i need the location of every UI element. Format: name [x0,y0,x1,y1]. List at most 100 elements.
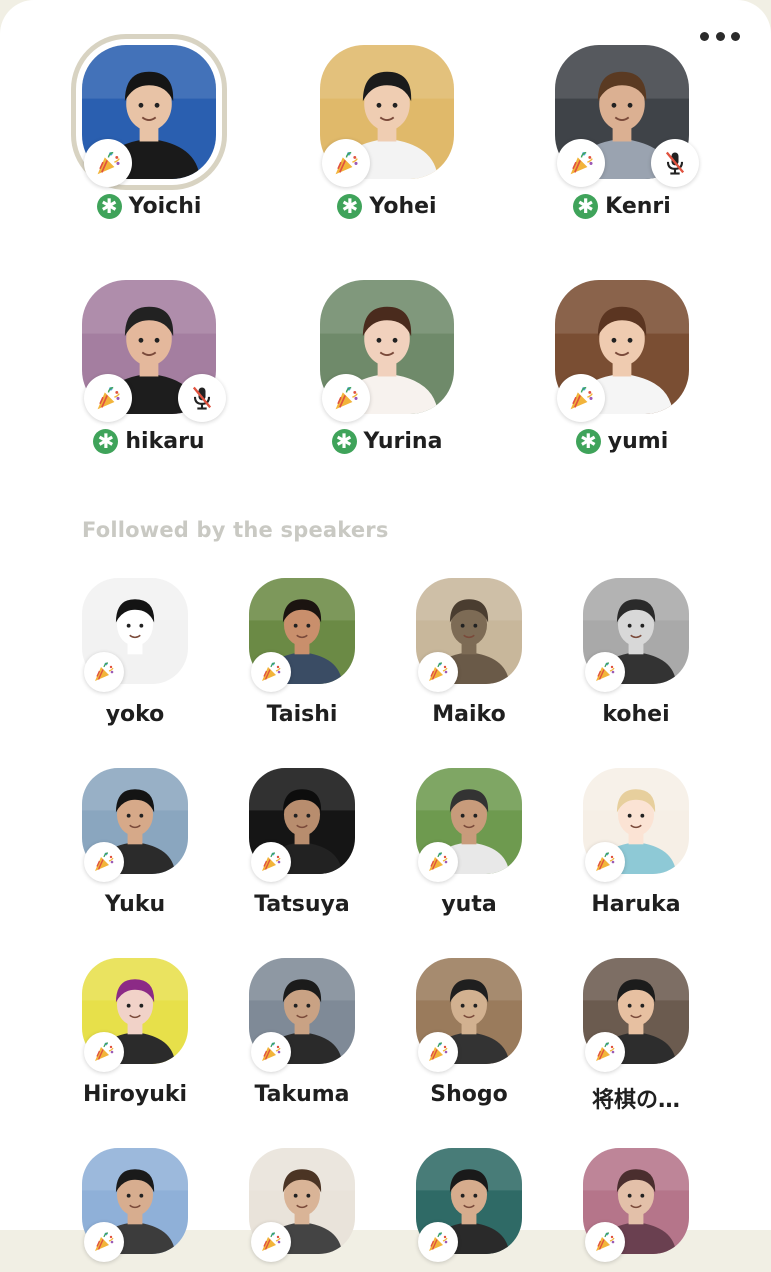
avatar[interactable] [249,768,355,882]
audience-tile[interactable]: Tatsuya [232,768,372,917]
avatar[interactable] [249,1148,355,1262]
party-popper-icon [97,151,120,174]
party-popper-icon [97,386,120,409]
audience-name: Taishi [266,702,338,727]
avatar[interactable] [583,958,689,1072]
avatar[interactable] [82,578,188,692]
party-popper-icon [335,151,358,174]
audience-name: Tatsuya [254,892,350,917]
moderator-star-icon: ✱ [96,193,122,219]
audience-tile[interactable]: kohei [566,578,706,727]
avatar[interactable] [555,45,699,187]
audience-tile[interactable]: Maiko [399,578,539,727]
avatar[interactable] [416,578,522,692]
mic-muted-icon [665,151,685,175]
avatar[interactable] [82,958,188,1072]
audience-name: Takuma [254,1082,350,1107]
avatar[interactable] [555,280,689,422]
avatar[interactable] [82,45,216,187]
avatar[interactable] [249,578,355,692]
party-badge [251,652,291,692]
audience-tile[interactable] [232,1148,372,1272]
party-badge [84,374,132,422]
party-popper-icon [596,1042,615,1061]
moderator-star-icon: ✱ [337,193,363,219]
speaker-tile[interactable]: ✱ Kenri [542,45,702,221]
audience-tile[interactable]: yoko [65,578,205,727]
more-options-button[interactable] [696,26,744,46]
party-badge [322,139,370,187]
party-badge [418,1032,458,1072]
muted-badge [651,139,699,187]
audience-tile[interactable]: Haruka [566,768,706,917]
speaker-name: yumi [607,428,669,454]
avatar[interactable] [320,45,454,187]
party-badge [84,652,124,692]
audience-tile[interactable]: yuta [399,768,539,917]
audience-name: Maiko [432,702,506,727]
party-badge [585,652,625,692]
avatar[interactable] [416,958,522,1072]
party-popper-icon [262,852,281,871]
avatar[interactable] [82,1148,188,1262]
audience-name: kohei [602,702,670,727]
party-popper-icon [95,1042,114,1061]
avatar[interactable] [583,1148,689,1262]
avatar[interactable] [249,958,355,1072]
speaker-tile[interactable]: ✱ Yurina [307,280,467,456]
audience-tile[interactable] [566,1148,706,1272]
speaker-tile[interactable]: ✱ Yohei [307,45,467,221]
audience-name: Hiroyuki [82,1082,188,1107]
speaker-tile[interactable]: ✱ hikaru [69,280,229,456]
party-badge [418,1222,458,1262]
party-popper-icon [429,662,448,681]
audience-tile[interactable] [399,1148,539,1272]
avatar[interactable] [416,1148,522,1262]
party-badge [84,842,124,882]
party-badge [585,1222,625,1262]
audience-tile[interactable]: Shogo [399,958,539,1107]
speaker-name: Yohei [369,193,437,219]
audience-tile[interactable]: Taishi [232,578,372,727]
party-badge [84,139,132,187]
party-badge [84,1222,124,1262]
party-popper-icon [570,151,593,174]
avatar[interactable] [583,768,689,882]
party-popper-icon [335,386,358,409]
party-popper-icon [95,1232,114,1251]
audience-name: Yuku [104,892,166,917]
audience-name: 将棋の… [591,1088,680,1113]
party-popper-icon [596,1232,615,1251]
audience-tile[interactable]: Takuma [232,958,372,1107]
party-badge [322,374,370,422]
muted-badge [178,374,226,422]
party-badge [557,139,605,187]
party-popper-icon [596,662,615,681]
more-dots-icon [700,31,709,41]
avatar[interactable] [82,280,226,422]
party-popper-icon [570,386,593,409]
party-popper-icon [429,852,448,871]
audience-tile[interactable] [65,1148,205,1272]
party-popper-icon [596,852,615,871]
speaker-tile[interactable]: ✱ Yoichi [69,45,229,221]
speaker-name: hikaru [125,428,205,454]
moderator-star-icon: ✱ [575,428,601,454]
party-popper-icon [429,1232,448,1251]
party-popper-icon [262,662,281,681]
audience-name: Shogo [430,1082,508,1107]
audience-tile[interactable]: 将棋の… [566,958,706,1114]
avatar[interactable] [583,578,689,692]
moderator-star-icon: ✱ [93,428,119,454]
speaker-tile[interactable]: ✱ yumi [542,280,702,456]
avatar[interactable] [82,768,188,882]
audience-tile[interactable]: Hiroyuki [65,958,205,1107]
audience-name: Haruka [591,892,681,917]
room-panel: ✱ Yoichi ✱ Yohei ✱ Kenri ✱ hikaru ✱ Yuri… [0,0,771,1262]
audience-tile[interactable]: Yuku [65,768,205,917]
mic-muted-icon [192,386,212,410]
party-badge [84,1032,124,1072]
avatar[interactable] [416,768,522,882]
moderator-star-icon: ✱ [573,193,599,219]
avatar[interactable] [320,280,454,422]
